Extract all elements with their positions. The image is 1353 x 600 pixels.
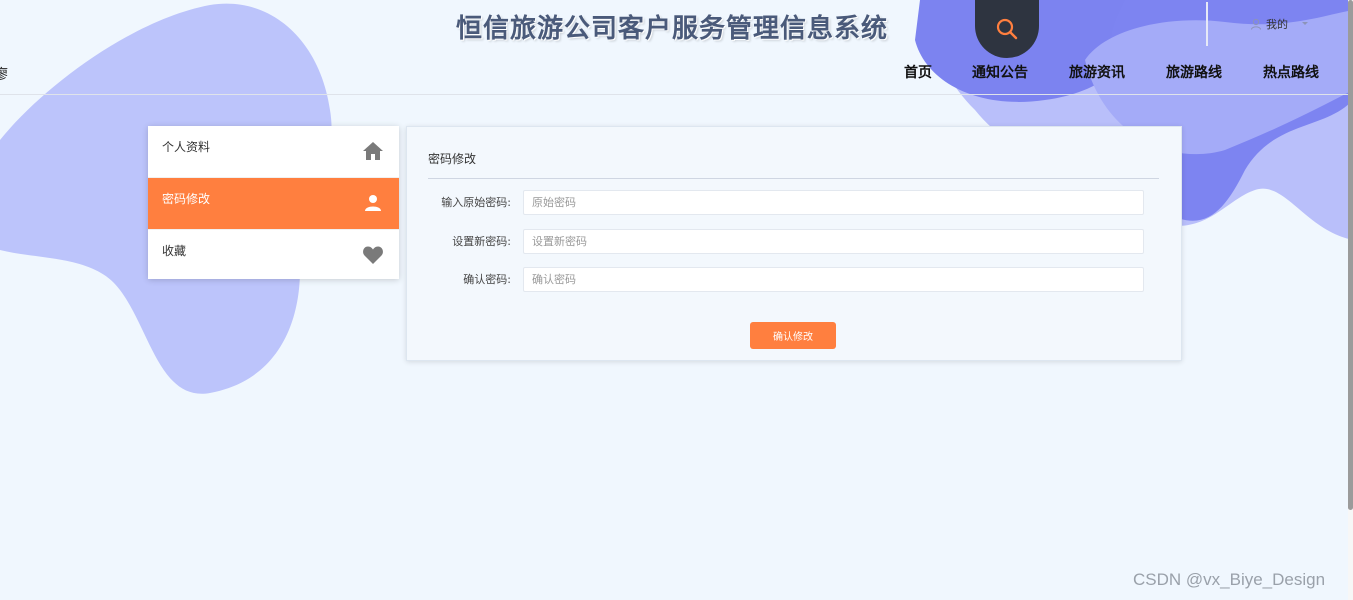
sidebar-item-favorites[interactable]: 收藏 [148, 230, 399, 281]
site-title: 恒信旅游公司客户服务管理信息系统 [456, 14, 889, 44]
sidebar-item-label: 收藏 [162, 244, 187, 258]
header-divider [1206, 2, 1208, 46]
nav-item-home[interactable]: 首页 [904, 62, 932, 82]
sidebar-item-label: 密码修改 [162, 192, 211, 206]
cut-off-text: 廖 [0, 67, 8, 83]
nav-item-hot-routes[interactable]: 热点路线 [1263, 62, 1319, 82]
search-icon [996, 18, 1018, 40]
heart-icon [363, 246, 383, 264]
old-password-label: 输入原始密码: [441, 196, 511, 209]
user-icon [365, 195, 381, 211]
user-menu-label: 我的 [1266, 18, 1288, 31]
watermark: CSDN @vx_Biye_Design [1133, 570, 1326, 589]
search-button[interactable] [975, 0, 1039, 58]
password-form-panel: 密码修改 输入原始密码: 设置新密码: 确认密码: 确认修改 [406, 126, 1182, 361]
nav-item-travel-routes[interactable]: 旅游路线 [1166, 62, 1222, 82]
sidebar-item-profile[interactable]: 个人资料 [148, 126, 399, 178]
caret-down-icon [1302, 22, 1308, 25]
home-icon [363, 142, 383, 160]
sidebar-item-label: 个人资料 [162, 140, 211, 154]
nav-item-notices[interactable]: 通知公告 [972, 62, 1028, 82]
confirm-password-input[interactable] [523, 267, 1144, 292]
new-password-label: 设置新密码: [452, 235, 511, 248]
confirm-change-button[interactable]: 确认修改 [750, 322, 836, 349]
form-title: 密码修改 [428, 152, 477, 166]
user-menu[interactable]: 我的 [1250, 16, 1312, 32]
sidebar-item-change-password[interactable]: 密码修改 [148, 178, 399, 230]
user-icon [1251, 18, 1261, 30]
sidebar-menu: 个人资料 密码修改 收藏 [148, 126, 399, 279]
scrollbar-thumb[interactable] [1348, 0, 1353, 510]
old-password-input[interactable] [523, 190, 1144, 215]
nav-item-travel-news[interactable]: 旅游资讯 [1069, 62, 1125, 82]
header: 恒信旅游公司客户服务管理信息系统 廖 我的 首页 通知公告 旅游资讯 旅游路线 … [0, 0, 1353, 95]
new-password-input[interactable] [523, 229, 1144, 254]
confirm-password-label: 确认密码: [463, 273, 511, 286]
form-title-divider [428, 178, 1159, 179]
